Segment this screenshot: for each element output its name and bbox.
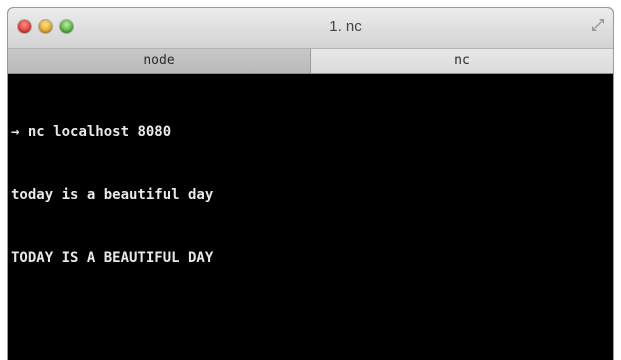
terminal-line-command: → nc localhost 8080 [11, 122, 609, 143]
terminal-line: today is a beautiful day [11, 187, 214, 203]
fullscreen-icon[interactable] [591, 18, 605, 32]
prompt-arrow-icon: → [11, 124, 20, 140]
tab-nc[interactable]: nc [311, 49, 613, 73]
command-text: nc localhost 8080 [27, 124, 172, 140]
terminal-output[interactable]: → nc localhost 8080 today is a beautiful… [8, 74, 613, 311]
tab-bar: node nc [8, 49, 613, 74]
title-bar[interactable]: 1. nc [8, 8, 613, 49]
tab-node[interactable]: node [8, 49, 311, 73]
terminal-line: TODAY IS A BEAUTIFUL DAY [11, 250, 214, 266]
terminal-window: 1. nc node nc → nc localhost 8080 today … [8, 8, 613, 360]
window-title: 1. nc [329, 18, 362, 35]
